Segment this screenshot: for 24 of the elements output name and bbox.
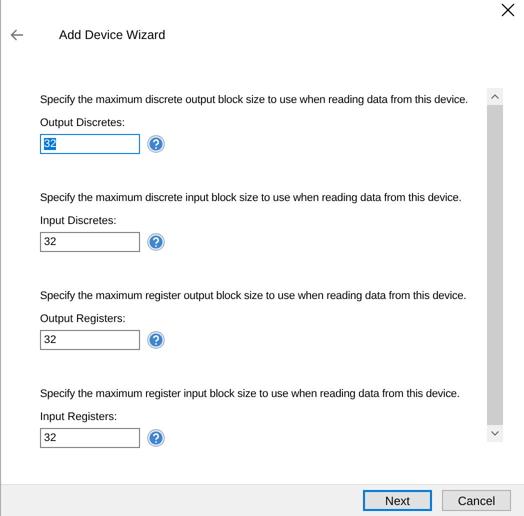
scroll-down-icon[interactable] — [491, 431, 499, 436]
input-field[interactable]: 32 — [40, 428, 140, 448]
description-text: Specify the maximum register input block size to use when reading data from this device. — [40, 387, 461, 402]
input-field[interactable]: 32 — [40, 134, 140, 154]
description-text: Specify the maximum discrete input block size to use when reading data from this device. — [40, 191, 463, 206]
help-icon[interactable] — [147, 233, 165, 252]
input-field[interactable]: 32 — [40, 232, 140, 252]
field-label: Output Discretes: — [40, 116, 126, 132]
help-icon[interactable] — [147, 135, 165, 154]
description-text: Specify the maximum discrete output block size to use when reading data from this device. — [40, 93, 470, 108]
field-label: Input Discretes: — [40, 214, 118, 230]
cancel-button[interactable]: Cancel — [442, 490, 511, 512]
back-arrow-icon[interactable] — [10, 28, 24, 41]
window-title: Add Device Wizard — [59, 28, 166, 42]
scrollbar-thumb[interactable] — [487, 105, 503, 426]
field-label: Input Registers: — [40, 410, 118, 426]
help-icon[interactable] — [147, 331, 165, 350]
field-label: Output Registers: — [40, 312, 127, 328]
input-field[interactable]: 32 — [40, 330, 140, 350]
next-button[interactable]: Next — [363, 490, 432, 512]
description-text: Specify the maximum register output block size to use when reading data from this device. — [40, 289, 468, 304]
close-icon[interactable] — [500, 2, 516, 18]
help-icon[interactable] — [147, 429, 165, 448]
scroll-up-icon[interactable] — [491, 94, 499, 100]
